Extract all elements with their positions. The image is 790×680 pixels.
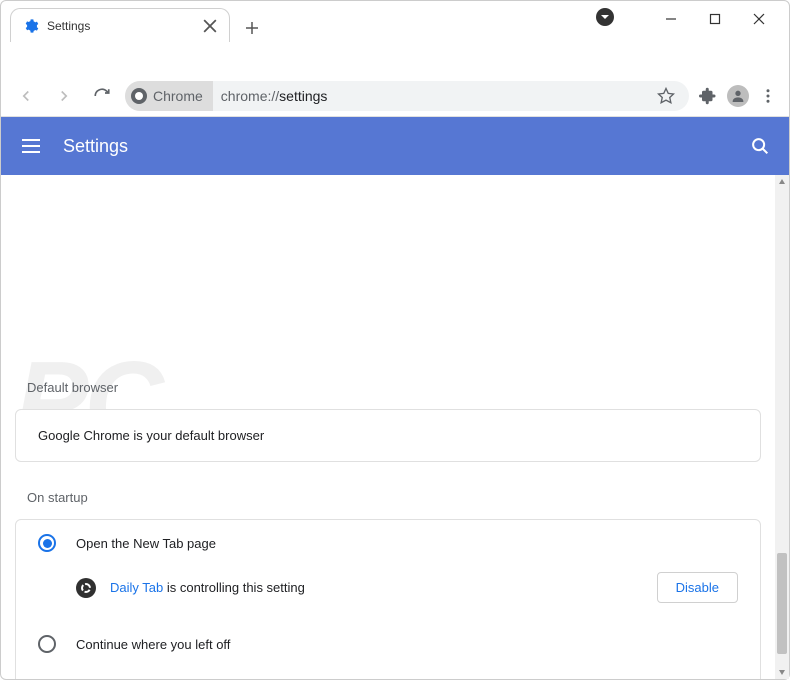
tab-settings[interactable]: Settings xyxy=(10,8,230,42)
scrollbar-thumb[interactable] xyxy=(777,553,787,654)
settings-content: PC risk.com Default browser Google Chrom… xyxy=(1,175,775,679)
back-button[interactable] xyxy=(11,81,41,111)
tab-title: Settings xyxy=(47,19,195,33)
settings-header: Settings xyxy=(1,117,789,175)
gear-icon xyxy=(23,18,39,34)
search-icon[interactable] xyxy=(749,135,771,157)
startup-option-newtab[interactable]: Open the New Tab page xyxy=(16,520,760,566)
default-browser-card: Google Chrome is your default browser xyxy=(15,409,761,462)
page-title: Settings xyxy=(63,136,749,157)
option-label: Continue where you left off xyxy=(76,637,230,652)
chip-label: Chrome xyxy=(153,88,203,104)
minimize-button[interactable] xyxy=(649,4,693,34)
extension-message: Daily Tab is controlling this setting xyxy=(110,580,643,595)
scroll-down-icon[interactable] xyxy=(775,665,789,679)
default-browser-message: Google Chrome is your default browser xyxy=(16,410,760,461)
startup-card: Open the New Tab page Daily Tab is contr… xyxy=(15,519,761,679)
option-label: Open the New Tab page xyxy=(76,536,216,551)
close-tab-icon[interactable] xyxy=(203,19,217,33)
url-text: chrome://settings xyxy=(221,88,328,104)
site-chip: Chrome xyxy=(125,81,213,111)
maximize-button[interactable] xyxy=(693,4,737,34)
menu-icon[interactable] xyxy=(757,85,779,107)
address-bar[interactable]: Chrome chrome://settings xyxy=(125,81,689,111)
startup-option-specific[interactable]: Open a specific page or set of pages xyxy=(16,667,760,679)
close-window-button[interactable] xyxy=(737,4,781,34)
startup-heading: On startup xyxy=(27,490,761,505)
extension-link[interactable]: Daily Tab xyxy=(110,580,163,595)
radio-selected-icon xyxy=(38,534,56,552)
default-browser-heading: Default browser xyxy=(27,380,761,395)
extensions-icon[interactable] xyxy=(697,85,719,107)
chrome-icon xyxy=(131,88,147,104)
extension-icon xyxy=(76,578,96,598)
reload-button[interactable] xyxy=(87,81,117,111)
star-icon[interactable] xyxy=(655,85,677,107)
new-tab-button[interactable] xyxy=(238,14,266,42)
browser-toolbar: Chrome chrome://settings xyxy=(1,75,789,117)
scrollbar[interactable] xyxy=(775,175,789,679)
radio-icon xyxy=(38,635,56,653)
tab-strip: Settings xyxy=(0,4,266,42)
forward-button[interactable] xyxy=(49,81,79,111)
extension-controlling-row: Daily Tab is controlling this setting Di… xyxy=(16,566,760,621)
dropdown-badge-icon[interactable] xyxy=(596,8,614,26)
scroll-up-icon[interactable] xyxy=(775,175,789,189)
hamburger-icon[interactable] xyxy=(19,134,43,158)
profile-avatar[interactable] xyxy=(727,85,749,107)
disable-button[interactable]: Disable xyxy=(657,572,738,603)
startup-option-continue[interactable]: Continue where you left off xyxy=(16,621,760,667)
